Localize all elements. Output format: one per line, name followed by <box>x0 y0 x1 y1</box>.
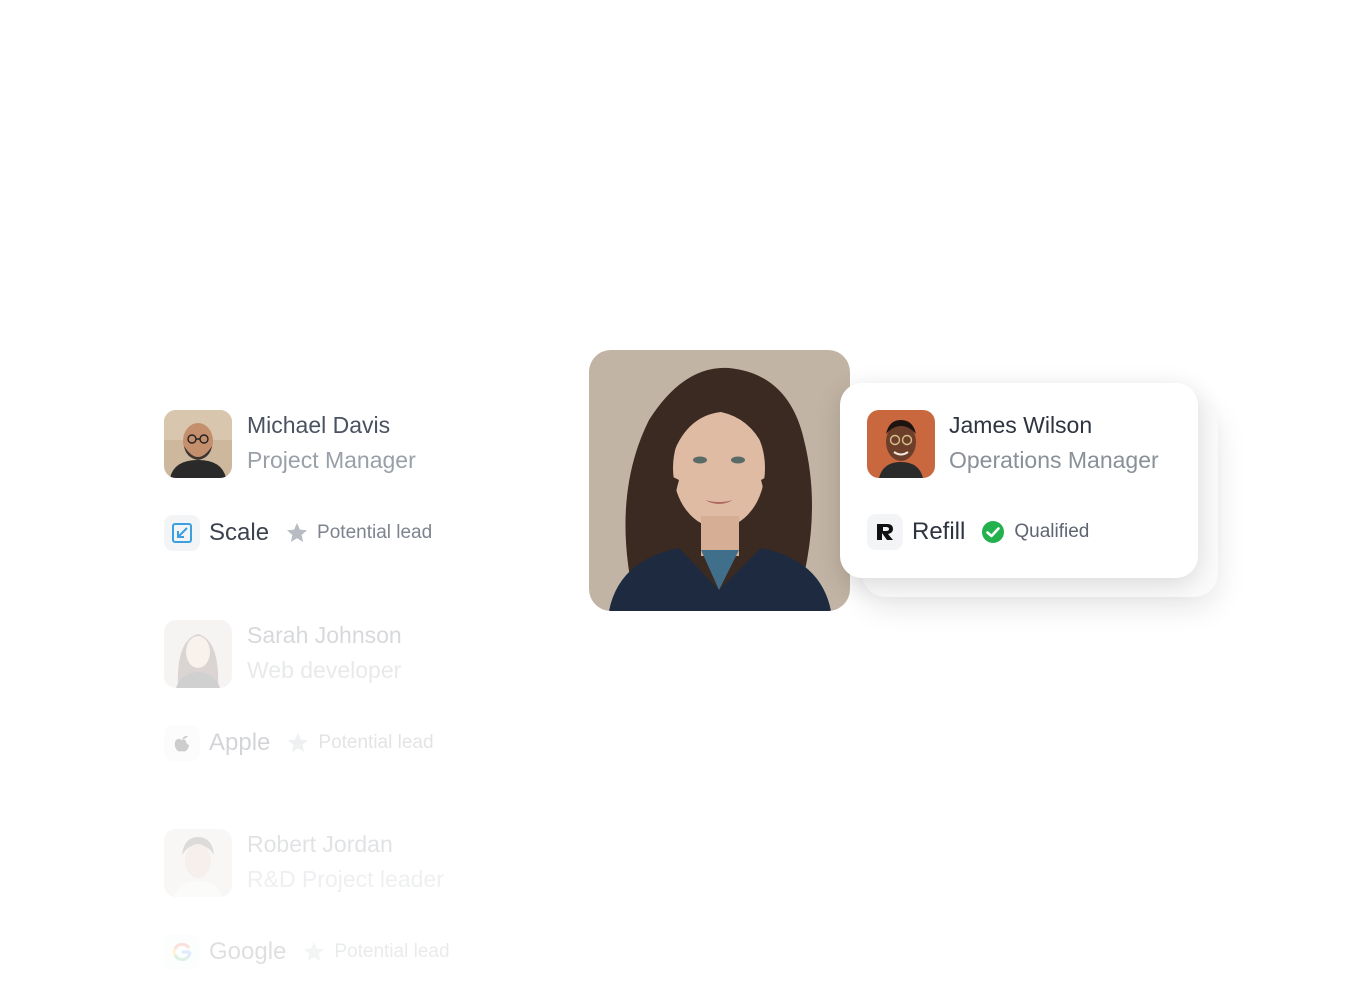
company-row: Refill Qualified <box>867 513 1089 551</box>
lead-role: Web developer <box>247 657 402 683</box>
company-row: Scale Potential lead <box>164 514 432 552</box>
lead-name: James Wilson <box>949 412 1093 438</box>
lead-item-sarah-johnson[interactable]: Sarah Johnson Web developer Apple Potent… <box>164 620 504 770</box>
company-name: Refill <box>912 518 966 545</box>
avatar <box>867 410 935 478</box>
status-label: Qualified <box>1014 521 1090 542</box>
status-label: Potential lead <box>317 522 433 543</box>
portrait-photo <box>589 350 850 611</box>
lead-item-robert-jordan[interactable]: Robert Jordan R&D Project leader Google … <box>164 829 504 979</box>
company-row: Google Potential lead <box>164 933 450 971</box>
star-icon <box>287 523 308 542</box>
company-name: Google <box>209 938 287 965</box>
refill-logo-icon <box>867 514 903 550</box>
company-name: Scale <box>209 519 270 546</box>
lead-role: Operations Manager <box>949 447 1159 473</box>
status-label: Potential lead <box>334 941 450 962</box>
leads-showcase: Michael Davis Project Manager Scale Pote… <box>0 0 1370 998</box>
star-icon <box>288 733 309 752</box>
lead-name: Robert Jordan <box>247 831 393 857</box>
lead-card-james-wilson[interactable]: James Wilson Operations Manager Refill Q… <box>840 383 1198 578</box>
lead-name: Michael Davis <box>247 412 391 438</box>
apple-logo-icon <box>164 725 200 761</box>
avatar <box>164 829 232 897</box>
lead-name: Sarah Johnson <box>247 622 402 648</box>
google-logo-icon <box>164 934 200 970</box>
star-icon <box>304 942 325 961</box>
status-label: Potential lead <box>318 732 434 753</box>
avatar <box>164 620 232 688</box>
company-row: Apple Potential lead <box>164 724 434 762</box>
avatar <box>164 410 232 478</box>
lead-item-michael-davis[interactable]: Michael Davis Project Manager Scale Pote… <box>164 410 504 560</box>
company-name: Apple <box>209 729 271 756</box>
lead-role: R&D Project leader <box>247 866 444 892</box>
scale-logo-icon <box>164 515 200 551</box>
lead-role: Project Manager <box>247 447 416 473</box>
check-circle-icon <box>982 521 1005 543</box>
